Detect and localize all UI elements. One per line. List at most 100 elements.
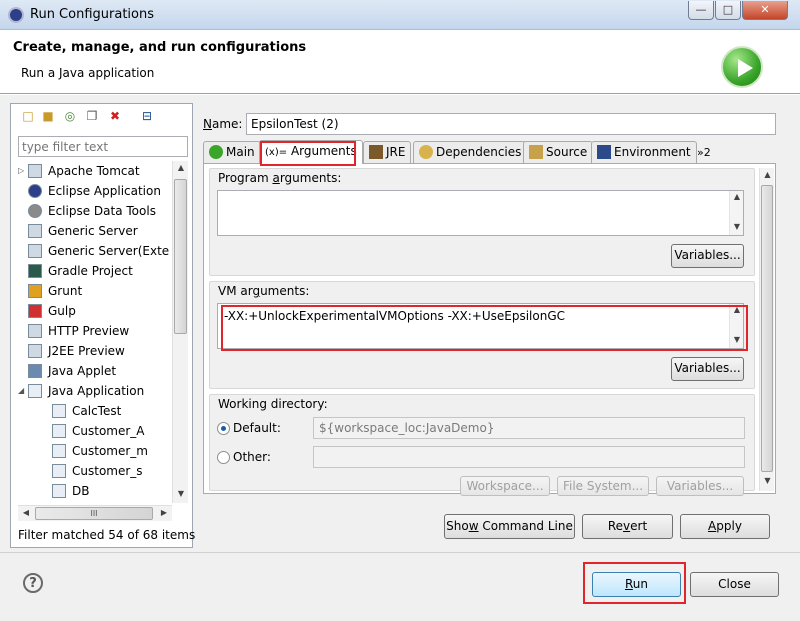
minimize-button[interactable]: — [688,1,714,20]
tree-vertical-scrollbar[interactable]: ▲ ▼ [172,161,188,503]
scroll-thumb[interactable] [174,179,187,334]
new-prototype-icon[interactable]: ■ [40,108,56,124]
applet-icon [28,364,42,378]
header-subtitle: Run a Java application [21,66,155,80]
program-arguments-label: Program arguments: [218,171,342,185]
header-title: Create, manage, and run configurations [13,40,307,55]
working-dir-variables-button[interactable]: Variables... [656,476,744,496]
filter-input[interactable] [18,136,188,157]
tree-item[interactable]: Grunt [28,281,82,301]
filter-status: Filter matched 54 of 68 items [18,528,196,542]
close-button[interactable]: Close [690,572,779,597]
program-args-scrollbar[interactable]: ▲ ▼ [729,191,743,235]
default-radio[interactable] [217,422,230,435]
scroll-down-icon[interactable]: ▼ [730,222,744,231]
tree-item[interactable]: ▷ Apache Tomcat [18,161,140,181]
new-config-icon[interactable]: □ [20,108,36,124]
program-args-variables-button[interactable]: Variables... [671,244,744,268]
expand-icon[interactable]: ▷ [18,161,24,181]
run-button-highlight [583,562,686,604]
other-directory-field[interactable] [313,446,745,468]
scroll-up-icon[interactable]: ▲ [173,163,189,172]
tab-environment[interactable]: Environment [591,141,697,163]
dependencies-icon [419,145,433,159]
maximize-button[interactable]: □ [715,1,741,20]
tree-item[interactable]: DB [52,481,89,501]
tree-item-label: Generic Server(Exte [48,244,170,258]
tree-horizontal-scrollbar[interactable]: ◀ III ▶ [18,505,172,521]
other-radio[interactable] [217,451,230,464]
tree-item[interactable]: J2EE Preview [28,341,125,361]
revert-button[interactable]: Revert [582,514,673,539]
source-icon [529,145,543,159]
tab-jre[interactable]: JRE [363,141,412,163]
file-system-button[interactable]: File System... [557,476,649,496]
working-directory-label: Working directory: [218,397,328,411]
gradle-icon [28,264,42,278]
tree-item[interactable]: Generic Server(Exte [28,241,169,261]
tree-item[interactable]: Eclipse Data Tools [28,201,156,221]
help-icon[interactable]: ? [23,573,43,593]
tab-overflow-button[interactable]: »2 [697,146,711,159]
tree-item-label: Customer_s [72,464,143,478]
run-banner-icon [721,46,763,88]
tree-item[interactable]: Customer_s [52,461,143,481]
scroll-left-icon[interactable]: ◀ [18,508,34,517]
tree-item-label: Apache Tomcat [48,164,140,178]
grunt-icon [28,284,42,298]
tree-item[interactable]: Eclipse Application [28,181,161,201]
tree-item[interactable]: Gulp [28,301,76,321]
tab-main[interactable]: Main [203,141,261,163]
tree-item-label: CalcTest [72,404,122,418]
h-scroll-thumb[interactable]: III [35,507,153,520]
apply-button[interactable]: Apply [680,514,770,539]
tab-dependencies[interactable]: Dependencies [413,141,528,163]
collapse-icon[interactable]: ◢ [18,381,24,401]
program-arguments-textarea[interactable] [217,190,744,236]
tree-item-label: Java Application [48,384,145,398]
tree-item[interactable]: CalcTest [52,401,121,421]
tree-item-label: DB [72,484,90,498]
vm-arguments-label: VM arguments: [218,284,310,298]
server-icon [28,244,42,258]
config-name-input[interactable] [246,113,776,135]
close-window-button[interactable]: ✕ [742,1,788,20]
scroll-right-icon[interactable]: ▶ [156,508,172,517]
tab-dependencies-label: Dependencies [436,145,522,159]
tree-item[interactable]: Customer_A [52,421,145,441]
tree-item[interactable]: ◢ Java Application [18,381,145,401]
vm-args-highlight [221,305,748,351]
tab-environment-label: Environment [614,145,691,159]
scroll-up-icon[interactable]: ▲ [730,192,744,201]
tab-source-label: Source [546,145,588,159]
export-config-icon[interactable]: ◎ [62,108,78,124]
workspace-button[interactable]: Workspace... [460,476,550,496]
tab-source[interactable]: Source [523,141,594,163]
footer-separator [0,552,800,553]
main-icon [209,145,223,159]
tree-item-label: Customer_m [72,444,148,458]
tree-item-label: HTTP Preview [48,324,130,338]
vm-args-variables-button[interactable]: Variables... [671,357,744,381]
tree-item-label: Customer_A [72,424,145,438]
show-command-line-button[interactable]: Show Command Line [444,514,575,539]
scroll-up-icon[interactable]: ▲ [760,170,775,179]
java-app-icon [52,484,66,498]
duplicate-config-icon[interactable]: ❐ [84,108,100,124]
scroll-thumb[interactable] [761,185,773,472]
tree-item[interactable]: Generic Server [28,221,138,241]
server-icon [28,164,42,178]
delete-config-icon[interactable]: ✖ [107,108,123,124]
scroll-down-icon[interactable]: ▼ [760,476,775,485]
gulp-icon [28,304,42,318]
tree-item[interactable]: Gradle Project [28,261,133,281]
name-label: Name: [203,117,243,131]
tree-item[interactable]: Customer_m [52,441,148,461]
tree-item[interactable]: HTTP Preview [28,321,129,341]
collapse-all-icon[interactable]: ⊟ [139,108,155,124]
java-app-icon [28,384,42,398]
tree-item-label: Eclipse Data Tools [48,204,156,218]
tree-item[interactable]: Java Applet [28,361,116,381]
tab-panel-scrollbar[interactable]: ▲ ▼ [759,168,774,491]
scroll-down-icon[interactable]: ▼ [173,489,189,498]
